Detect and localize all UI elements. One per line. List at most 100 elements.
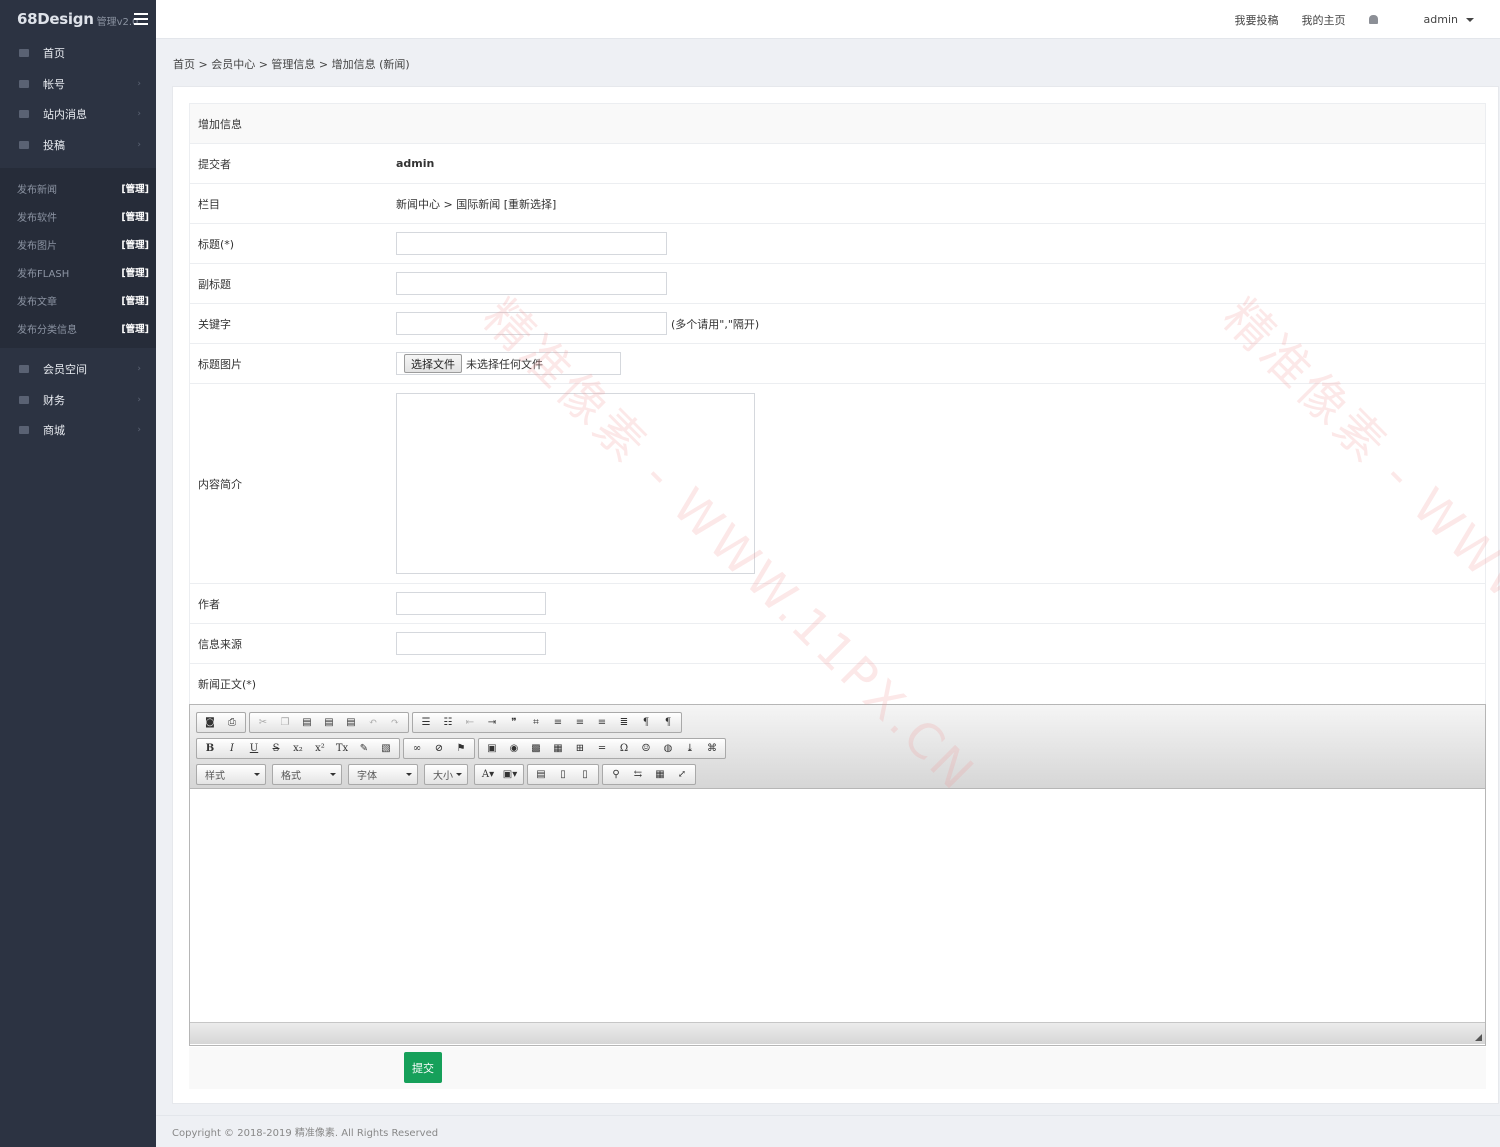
- publish-link[interactable]: 发布图片: [17, 237, 57, 252]
- publish-link[interactable]: 发布文章: [17, 293, 57, 308]
- sidebar-subitem[interactable]: 发布新闻 [管理]: [0, 174, 156, 202]
- link-icon[interactable]: ∞: [406, 740, 428, 758]
- bold-icon[interactable]: B: [199, 740, 221, 758]
- manage-link[interactable]: [管理]: [121, 265, 149, 279]
- preview-icon[interactable]: ◙: [199, 714, 221, 732]
- title-image-file-input[interactable]: 选择文件 未选择任何文件: [396, 352, 621, 375]
- text-color-icon[interactable]: A▾: [477, 766, 499, 784]
- sidebar-item-shop[interactable]: 商城 ›: [0, 415, 156, 446]
- underline-icon[interactable]: U: [243, 740, 265, 758]
- page-break-icon[interactable]: ⤓: [679, 740, 701, 758]
- subtitle-input[interactable]: [396, 272, 667, 295]
- align-left-icon[interactable]: ≡: [547, 714, 569, 732]
- chevron-down-icon: [456, 773, 462, 776]
- resize-handle-icon[interactable]: [1475, 1034, 1482, 1041]
- publish-link[interactable]: 发布分类信息: [17, 321, 77, 336]
- style-select[interactable]: 样式: [196, 764, 266, 785]
- new-page-icon[interactable]: ▯: [552, 766, 574, 784]
- column-value[interactable]: 新闻中心 > 国际新闻 [重新选择]: [396, 196, 556, 212]
- sidebar-item-messages[interactable]: 站内消息 ›: [0, 99, 156, 130]
- bulleted-list-icon[interactable]: ☷: [437, 714, 459, 732]
- flash-icon[interactable]: ◉: [503, 740, 525, 758]
- submit-article-link[interactable]: 我要投稿: [1235, 12, 1279, 28]
- subscript-icon[interactable]: x₂: [287, 740, 309, 758]
- sidebar-item-account[interactable]: 帐号 ›: [0, 69, 156, 100]
- find-icon[interactable]: ⚲: [605, 766, 627, 784]
- paste-text-icon[interactable]: ▤: [318, 714, 340, 732]
- unlink-icon[interactable]: ⊘: [428, 740, 450, 758]
- my-homepage-link[interactable]: 我的主页: [1302, 12, 1346, 28]
- attachment-icon[interactable]: ▦: [547, 740, 569, 758]
- menu-toggle-icon[interactable]: [134, 13, 148, 25]
- manage-link[interactable]: [管理]: [121, 237, 149, 251]
- choose-file-button[interactable]: 选择文件: [404, 354, 462, 373]
- bell-icon[interactable]: [1368, 15, 1378, 24]
- undo-icon[interactable]: ↶: [362, 714, 384, 732]
- blockquote-icon[interactable]: ❞: [503, 714, 525, 732]
- copy-format-icon[interactable]: ✎: [353, 740, 375, 758]
- ltr-icon[interactable]: ¶: [635, 714, 657, 732]
- image-icon[interactable]: ▣: [481, 740, 503, 758]
- sidebar-item-space[interactable]: 会员空间 ›: [0, 354, 156, 385]
- document-props-icon[interactable]: ▯: [574, 766, 596, 784]
- summary-textarea[interactable]: [396, 393, 755, 574]
- format-select[interactable]: 格式: [272, 764, 342, 785]
- table-icon[interactable]: ⊞: [569, 740, 591, 758]
- sidebar-subitem[interactable]: 发布文章 [管理]: [0, 286, 156, 314]
- iframe-icon[interactable]: ◍: [657, 740, 679, 758]
- maximize-icon[interactable]: ⤢: [671, 766, 693, 784]
- sidebar-subitem[interactable]: 发布FLASH [管理]: [0, 258, 156, 286]
- sidebar-subitem[interactable]: 发布分类信息 [管理]: [0, 314, 156, 342]
- copy-icon[interactable]: ❐: [274, 714, 296, 732]
- outdent-icon[interactable]: ⇤: [459, 714, 481, 732]
- sidebar-subitem[interactable]: 发布图片 [管理]: [0, 230, 156, 258]
- special-char-icon[interactable]: Ω: [613, 740, 635, 758]
- user-menu[interactable]: admin: [1401, 13, 1474, 26]
- replace-icon[interactable]: ⇆: [627, 766, 649, 784]
- bg-color-icon[interactable]: ▣▾: [499, 766, 521, 784]
- div-container-icon[interactable]: ⌗: [525, 714, 547, 732]
- sidebar-subitem[interactable]: 发布软件 [管理]: [0, 202, 156, 230]
- numbered-list-icon[interactable]: ☰: [415, 714, 437, 732]
- source-input[interactable]: [396, 632, 546, 655]
- paste-icon[interactable]: ▤: [296, 714, 318, 732]
- sidebar-item-home[interactable]: 首页: [0, 38, 156, 69]
- smiley-icon[interactable]: ☺: [635, 740, 657, 758]
- keywords-input[interactable]: [396, 312, 667, 335]
- code-icon[interactable]: ⌘: [701, 740, 723, 758]
- indent-icon[interactable]: ⇥: [481, 714, 503, 732]
- anchor-icon[interactable]: ⚑: [450, 740, 472, 758]
- size-select[interactable]: 大小: [424, 764, 468, 785]
- author-input[interactable]: [396, 592, 546, 615]
- submit-button[interactable]: 提交: [404, 1052, 442, 1083]
- media-icon[interactable]: ▩: [525, 740, 547, 758]
- sidebar-item-finance[interactable]: 财务 ›: [0, 385, 156, 416]
- manage-link[interactable]: [管理]: [121, 209, 149, 223]
- italic-icon[interactable]: I: [221, 740, 243, 758]
- show-blocks-icon[interactable]: ▦: [649, 766, 671, 784]
- publish-link[interactable]: 发布FLASH: [17, 265, 69, 280]
- cut-icon[interactable]: ✂: [252, 714, 274, 732]
- editor-content-area[interactable]: [190, 789, 1485, 1022]
- superscript-icon[interactable]: x²: [309, 740, 331, 758]
- sidebar-item-contribute[interactable]: 投稿 ›: [0, 130, 156, 161]
- remove-format-icon[interactable]: Tx: [331, 740, 353, 758]
- rtl-icon[interactable]: ¶: [657, 714, 679, 732]
- paste-word-icon[interactable]: ▤: [340, 714, 362, 732]
- strike-icon[interactable]: S: [265, 740, 287, 758]
- print-icon[interactable]: ⎙: [221, 714, 243, 732]
- publish-link[interactable]: 发布新闻: [17, 181, 57, 196]
- redo-icon[interactable]: ↷: [384, 714, 406, 732]
- publish-link[interactable]: 发布软件: [17, 209, 57, 224]
- title-input[interactable]: [396, 232, 667, 255]
- manage-link[interactable]: [管理]: [121, 293, 149, 307]
- templates-icon[interactable]: ▤: [530, 766, 552, 784]
- align-justify-icon[interactable]: ≣: [613, 714, 635, 732]
- align-center-icon[interactable]: ≡: [569, 714, 591, 732]
- horizontal-rule-icon[interactable]: ═: [591, 740, 613, 758]
- manage-link[interactable]: [管理]: [121, 181, 149, 195]
- align-right-icon[interactable]: ≡: [591, 714, 613, 732]
- source-icon[interactable]: ▧: [375, 740, 397, 758]
- manage-link[interactable]: [管理]: [121, 321, 149, 335]
- font-select[interactable]: 字体: [348, 764, 418, 785]
